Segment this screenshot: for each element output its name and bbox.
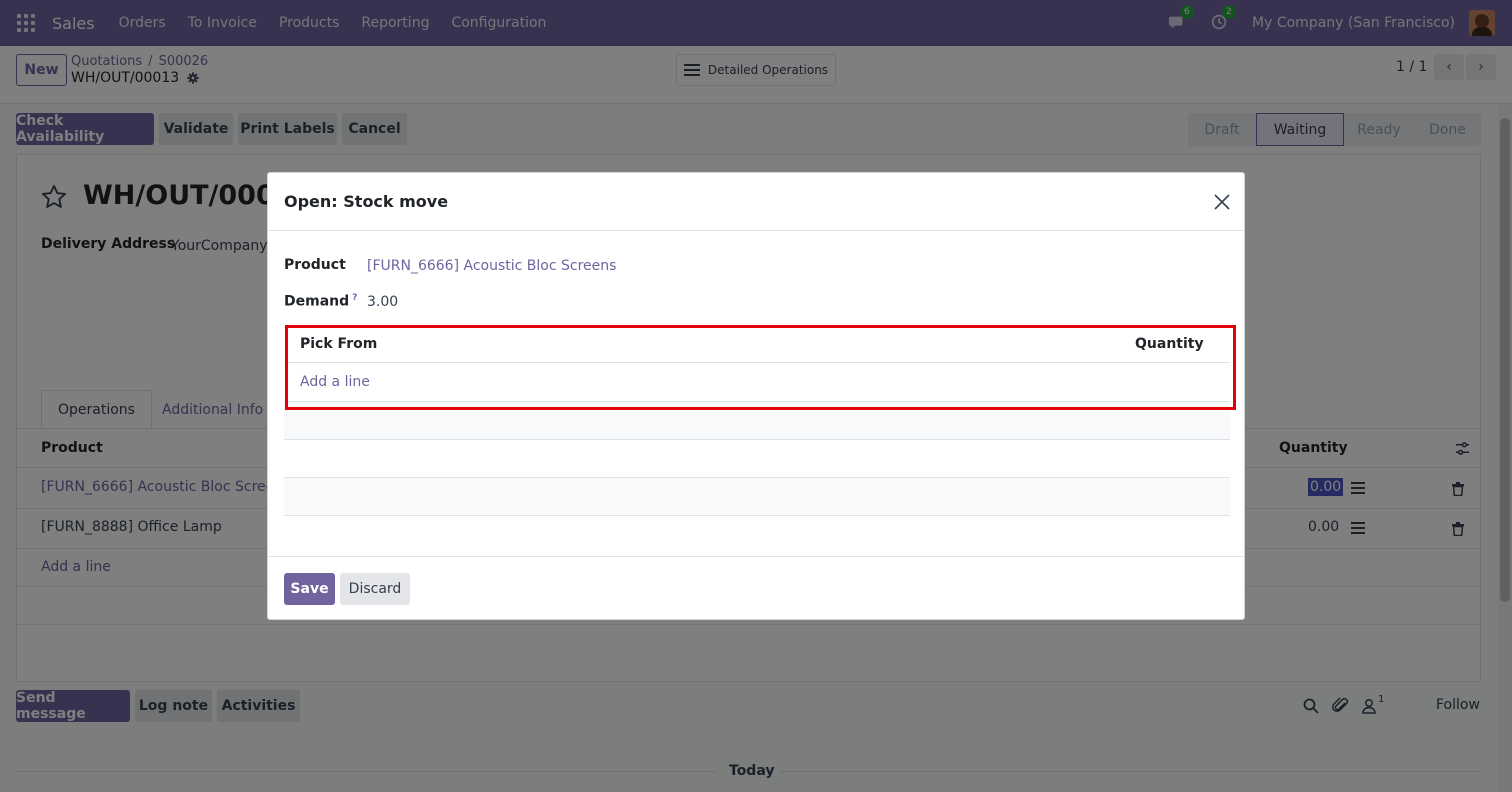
highlight-box (285, 325, 1236, 410)
dialog-title: Open: Stock move (284, 192, 449, 211)
demand-help-icon[interactable]: ? (352, 293, 357, 303)
close-icon[interactable] (1214, 194, 1230, 210)
save-button[interactable]: Save (284, 573, 335, 605)
product-link[interactable]: [FURN_6666] Acoustic Bloc Screens (367, 258, 616, 274)
discard-button[interactable]: Discard (340, 573, 410, 605)
demand-value: 3.00 (367, 294, 399, 310)
dialog-footer: Save Discard (268, 556, 1244, 620)
demand-label: Demand? (284, 293, 357, 310)
dialog-header: Open: Stock move (268, 173, 1244, 231)
product-label: Product (284, 257, 346, 273)
empty-row (284, 440, 1230, 478)
stock-move-dialog: Open: Stock move Product [FURN_6666] Aco… (267, 172, 1245, 620)
empty-row (284, 478, 1230, 516)
demand-label-text: Demand (284, 293, 350, 310)
